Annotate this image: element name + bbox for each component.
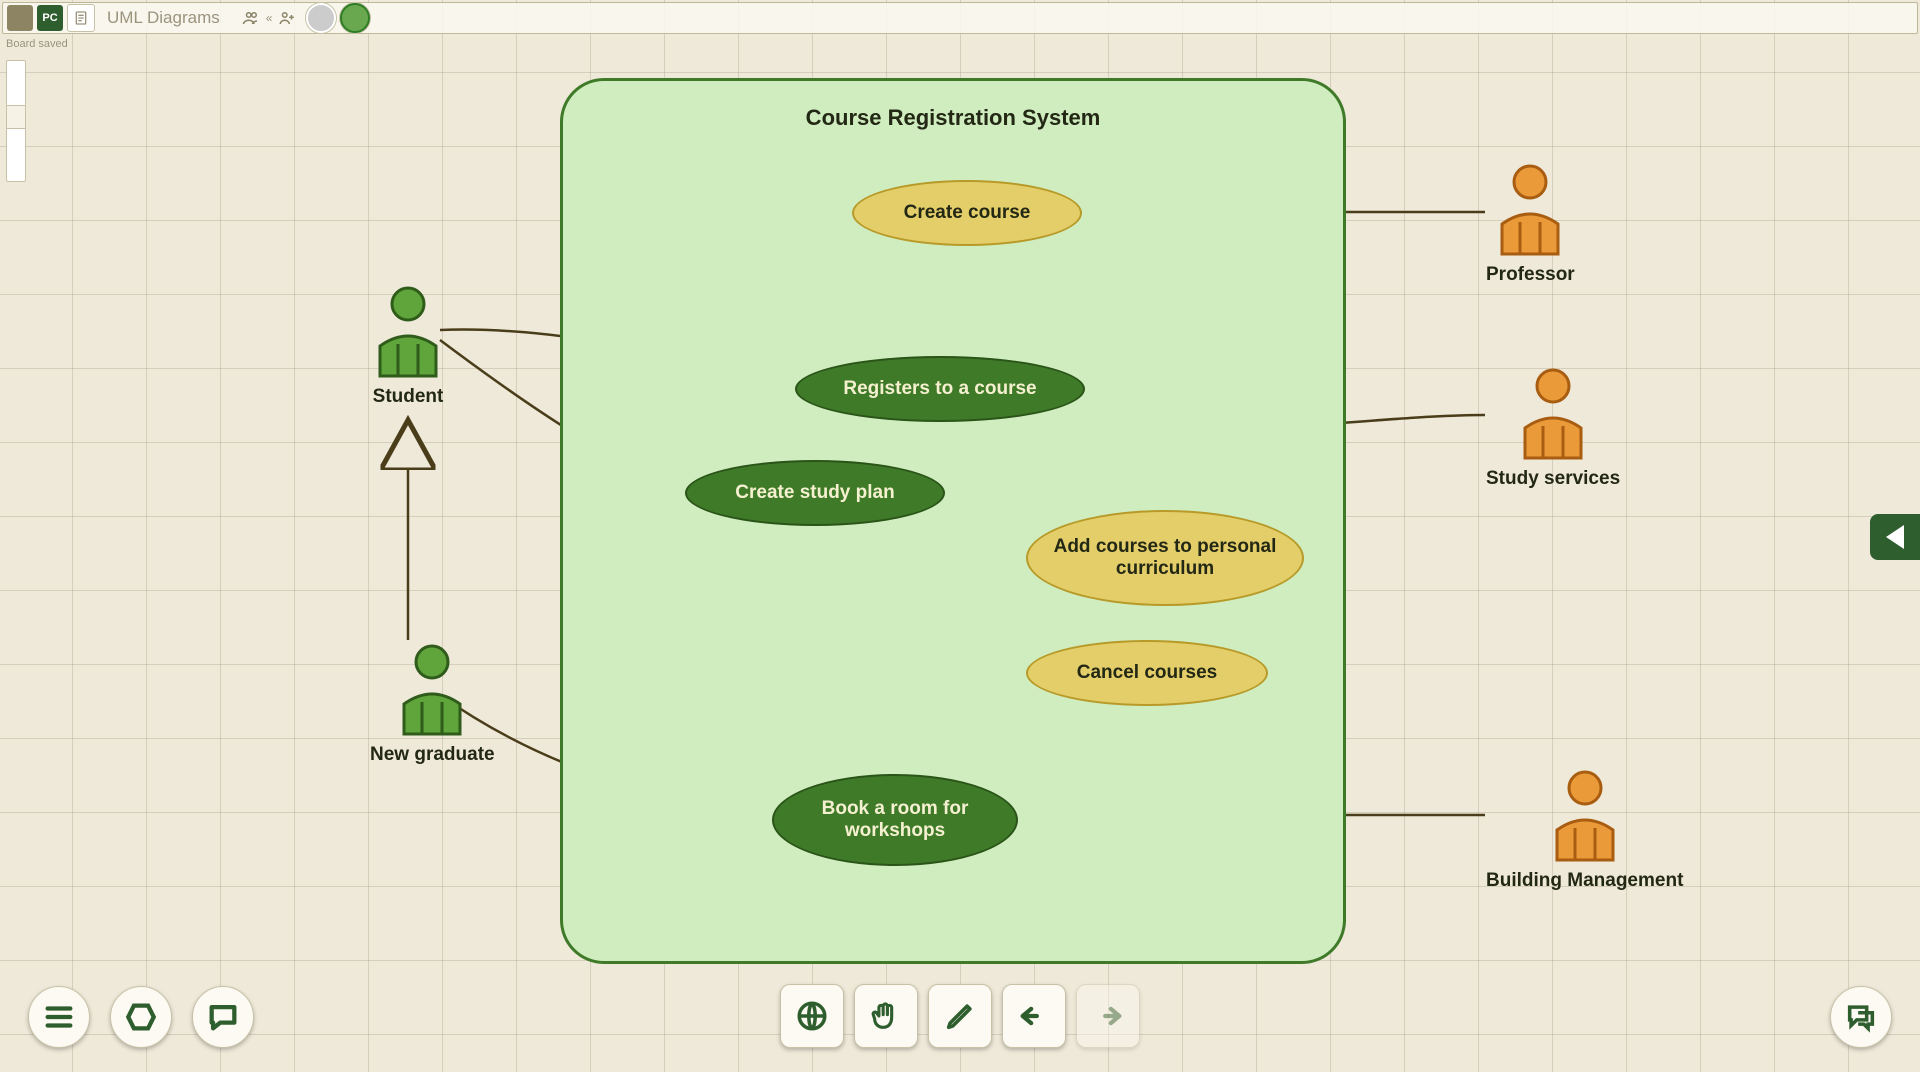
board-title[interactable]: UML Diagrams: [107, 8, 220, 28]
shapes-button[interactable]: [110, 986, 172, 1048]
usecase-label: Create study plan: [735, 482, 894, 504]
chat-button[interactable]: [1830, 986, 1892, 1048]
actor-building-management[interactable]: Building Management: [1486, 770, 1683, 892]
actor-study-services[interactable]: Study services: [1486, 368, 1620, 490]
usecase-label: Add courses to personal curriculum: [1042, 536, 1288, 580]
redo-button[interactable]: [1076, 984, 1140, 1048]
participant-avatar-1[interactable]: [306, 3, 336, 33]
user-avatar-2[interactable]: PC: [37, 5, 63, 31]
usecase-registers-course[interactable]: Registers to a course: [795, 356, 1085, 422]
side-play-button[interactable]: [1870, 514, 1920, 560]
usecase-create-course[interactable]: Create course: [852, 180, 1082, 246]
actor-label: Study services: [1486, 468, 1620, 490]
usecase-label: Registers to a course: [843, 378, 1036, 400]
usecase-label: Create course: [904, 202, 1031, 224]
usecase-label: Book a room for workshops: [788, 798, 1002, 842]
left-toolbar: [28, 986, 254, 1048]
usecase-label: Cancel courses: [1077, 662, 1217, 684]
pencil-button[interactable]: [928, 984, 992, 1048]
group-icon[interactable]: [242, 9, 260, 27]
usecase-book-room[interactable]: Book a room for workshops: [772, 774, 1018, 866]
actor-student[interactable]: Student: [370, 286, 446, 408]
comment-button[interactable]: [192, 986, 254, 1048]
participant-avatar-2[interactable]: [340, 3, 370, 33]
actor-professor[interactable]: Professor: [1486, 164, 1575, 286]
usecase-create-study-plan[interactable]: Create study plan: [685, 460, 945, 526]
status-text: Board saved: [6, 38, 68, 50]
add-user-icon[interactable]: [278, 9, 296, 27]
undo-button[interactable]: [1002, 984, 1066, 1048]
globe-button[interactable]: [780, 984, 844, 1048]
zoom-slider[interactable]: [6, 60, 26, 182]
actor-label: Professor: [1486, 264, 1575, 286]
system-title: Course Registration System: [806, 105, 1101, 131]
hand-button[interactable]: [854, 984, 918, 1048]
menu-button[interactable]: [28, 986, 90, 1048]
usecase-cancel-courses[interactable]: Cancel courses: [1026, 640, 1268, 706]
document-icon[interactable]: [67, 4, 95, 32]
right-toolbar: [1830, 986, 1892, 1048]
collapse-icon[interactable]: «: [266, 11, 273, 25]
top-bar: PC UML Diagrams «: [2, 2, 1918, 34]
actor-label: New graduate: [370, 744, 495, 766]
center-toolbar: [780, 984, 1140, 1048]
actor-label: Building Management: [1486, 870, 1683, 892]
user-avatar-1[interactable]: [7, 5, 33, 31]
actor-label: Student: [373, 386, 444, 408]
play-icon: [1886, 525, 1904, 549]
actor-new-graduate[interactable]: New graduate: [370, 644, 495, 766]
usecase-add-courses[interactable]: Add courses to personal curriculum: [1026, 510, 1304, 606]
